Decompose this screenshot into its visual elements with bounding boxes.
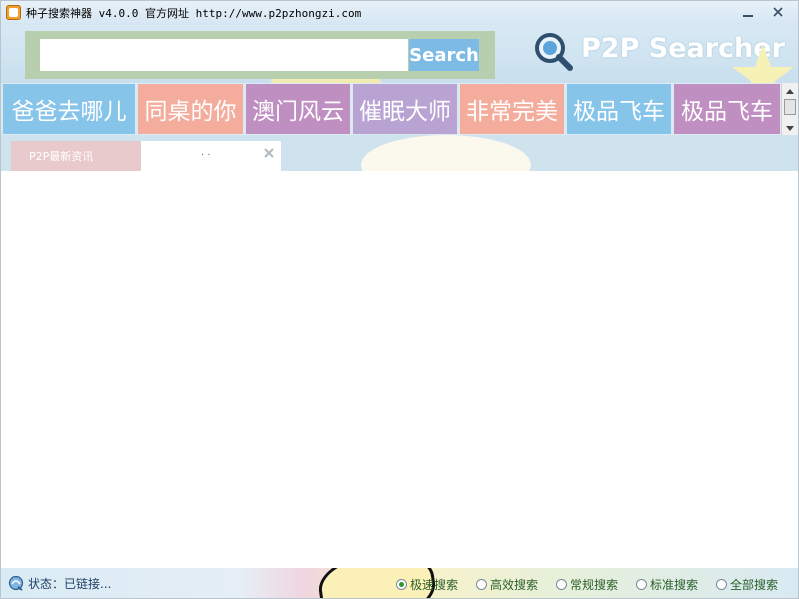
magnifier-icon [535, 33, 573, 71]
hot-keywords: 爸爸去哪儿 同桌的你 澳门风云 催眠大师 非常完美 极品飞车 极品飞车 [1, 83, 798, 135]
title-url: http://www.p2pzhongzi.com [195, 7, 362, 20]
scroll-thumb[interactable] [784, 99, 796, 115]
tab-p2p-news[interactable]: P2P最新资讯 [11, 141, 141, 171]
minimize-button[interactable] [734, 3, 762, 21]
hot-keywords-scrollbar[interactable] [781, 83, 798, 135]
hot-keyword-label: 爸爸去哪儿 [11, 99, 127, 125]
connection-status: 状态：已链接... [28, 577, 112, 591]
radio-selected-icon[interactable] [396, 578, 407, 590]
search-mode-option[interactable]: 标准搜索 [636, 575, 698, 593]
search-mode-option[interactable]: 常规搜索 [556, 575, 618, 593]
search-mode-label: 极速搜索 [410, 577, 459, 592]
results-pane [1, 171, 798, 568]
scroll-up-icon[interactable] [786, 89, 794, 94]
radio-icon[interactable] [556, 578, 567, 590]
search-input[interactable] [40, 39, 408, 71]
radio-icon[interactable] [476, 578, 487, 590]
scroll-down-icon[interactable] [786, 126, 794, 131]
hot-keyword-tile[interactable]: 极品飞车 [674, 84, 780, 134]
search-mode-label: 全部搜索 [730, 577, 779, 592]
search-mode-label: 高效搜索 [490, 577, 539, 592]
search-mode-option[interactable]: 全部搜索 [716, 575, 778, 593]
search-mode-option[interactable]: 极速搜索 [396, 575, 458, 593]
connection-status-icon [8, 575, 24, 591]
status-bar: 状态：已链接... 极速搜索 高效搜索 常规搜索 标准搜索 全部搜索 [1, 568, 798, 598]
title-site-label: 官方网址 [145, 7, 189, 20]
tab-active[interactable]: . . [141, 141, 281, 171]
close-button[interactable] [764, 3, 792, 21]
app-window: 种子搜索神器 v4.0.0 官方网址 http://www.p2pzhongzi… [0, 0, 799, 599]
title-version: v4.0.0 [98, 7, 139, 20]
hot-keyword-tile[interactable]: 澳门风云 [246, 84, 350, 134]
title-app-name: 种子搜索神器 [26, 7, 92, 20]
hot-keyword-label: 极品飞车 [573, 99, 665, 125]
hot-keyword-tile[interactable]: 催眠大师 [353, 84, 457, 134]
hot-keyword-tile[interactable]: 极品飞车 [567, 84, 671, 134]
search-mode-label: 标准搜索 [650, 577, 699, 592]
window-title: 种子搜索神器 v4.0.0 官方网址 http://www.p2pzhongzi… [26, 5, 361, 21]
hot-keyword-tile[interactable]: 非常完美 [460, 84, 564, 134]
tab-close-icon[interactable] [263, 147, 275, 159]
title-bar[interactable]: 种子搜索神器 v4.0.0 官方网址 http://www.p2pzhongzi… [1, 1, 798, 25]
hot-keyword-label: 澳门风云 [252, 99, 344, 125]
search-header: Search P2P Searcher [1, 25, 798, 83]
hot-keyword-label: 催眠大师 [359, 99, 451, 125]
star-icon [732, 45, 794, 83]
tab-active-label: . . [201, 147, 211, 158]
search-button[interactable]: Search [409, 39, 479, 71]
hot-keyword-tile[interactable]: 爸爸去哪儿 [3, 84, 135, 134]
radio-icon[interactable] [716, 578, 727, 590]
search-mode-label: 常规搜索 [570, 577, 619, 592]
radio-icon[interactable] [636, 578, 647, 590]
tab-bar: P2P最新资讯 . . [1, 135, 798, 171]
hot-keyword-tile[interactable]: 同桌的你 [138, 84, 243, 134]
app-logo-icon [6, 5, 21, 20]
hot-keyword-label: 非常完美 [466, 99, 558, 125]
hot-keyword-label: 同桌的你 [144, 99, 237, 125]
minimize-icon [743, 14, 753, 17]
hot-keyword-label: 极品飞车 [681, 99, 773, 125]
search-mode-option[interactable]: 高效搜索 [476, 575, 538, 593]
tab-bar-decoration [361, 135, 531, 171]
close-icon [773, 7, 783, 17]
